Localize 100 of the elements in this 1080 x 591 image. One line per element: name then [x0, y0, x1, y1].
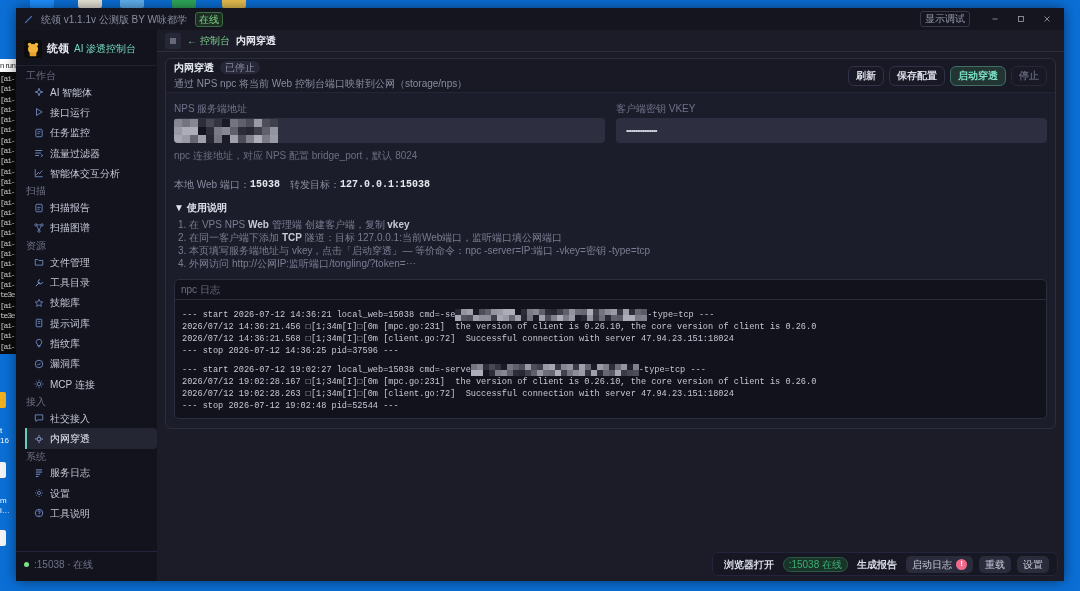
port-value: 15038	[249, 178, 280, 192]
desktop-icon[interactable]	[0, 392, 6, 408]
sidebar-item[interactable]: 接口运行	[16, 102, 157, 123]
chat-icon	[34, 413, 44, 424]
terminal-line: [ai-	[0, 238, 16, 250]
terminal-line: [ai-	[0, 176, 16, 188]
terminal-line: [ai-	[0, 321, 16, 332]
folder-icon	[34, 257, 44, 268]
log-line: --- start 2026-07-12 19:02:27 local_web=15038 cmd=-serve	[182, 364, 471, 376]
sparkle-icon	[34, 87, 44, 98]
minimize-icon	[991, 15, 999, 23]
back-link[interactable]: ← 控制台	[187, 33, 230, 48]
field-label: NPS 服务端地址	[174, 102, 249, 116]
sidebar-item[interactable]: 工具目录	[16, 272, 157, 293]
terminal-line: [ai-	[0, 259, 16, 270]
shield-check-icon	[34, 358, 44, 369]
help-step: 3. 本页填写服务端地址与 vkey，点击「启动穿透」— 等价命令：npc -server=IP:端口 -vkey=密钥 -type=tcp	[178, 244, 1047, 257]
menu-button[interactable]	[165, 32, 181, 49]
section-label: 工作台	[25, 69, 57, 82]
server-status-text: :15038 · 在线	[34, 558, 94, 572]
section-label: 扫描	[25, 184, 47, 198]
terminal-line: [ai-	[0, 74, 16, 85]
status-badge: :15038 在线	[782, 556, 848, 572]
sidebar-item[interactable]: AI 智能体	[16, 82, 157, 103]
panel-title: 内网穿透	[174, 61, 214, 75]
desktop-icon[interactable]	[78, 0, 102, 8]
sidebar-item[interactable]: 扫描报告	[16, 197, 157, 218]
log-line: 2026/07/12 14:36:21.568 □[1;34m[I]□[0m [client.go:72] Successful connection with server 47.94.23.151:18024	[182, 333, 735, 345]
list-icon	[34, 467, 44, 478]
field-label: 客户端密钥 VKEY	[616, 102, 697, 116]
log-line: -type=tcp ---	[638, 364, 706, 376]
input-field[interactable]: •••••••••••••••••	[616, 118, 1047, 143]
terminal-line: [ai-	[0, 135, 16, 147]
terminal-line: [ai-	[0, 249, 16, 260]
terminal-line: [ai-	[0, 146, 16, 157]
action-button[interactable]: 启动日志 !	[906, 555, 973, 573]
sidebar-item[interactable]: 服务日志	[16, 462, 157, 484]
terminal-line: [ai-	[0, 218, 16, 229]
play-icon	[34, 107, 44, 118]
question-icon	[34, 508, 44, 519]
sidebar-item[interactable]: 文件管理	[16, 252, 157, 273]
sidebar-item[interactable]: 指纹库	[16, 333, 157, 354]
filter-list-icon	[34, 148, 44, 159]
desktop-icon[interactable]	[222, 0, 246, 8]
terminal-line: [ai-	[0, 187, 16, 198]
chart-icon	[34, 168, 44, 179]
debug-button[interactable]: 显示调试	[920, 11, 970, 27]
sidebar-item[interactable]: 工具说明	[16, 503, 157, 524]
sidebar-item[interactable]: 漏洞库	[16, 353, 157, 374]
toolbar-button[interactable]: 保存配置	[889, 65, 945, 86]
section-label: 接入	[25, 395, 47, 409]
sidebar-item[interactable]: 流量过滤器	[16, 142, 157, 164]
toolbar-button[interactable]: 刷新	[848, 65, 884, 86]
sidebar-item[interactable]: 智能体交互分析	[16, 163, 157, 184]
maximize-icon	[1017, 15, 1025, 23]
terminal-line: [ai-	[0, 228, 16, 239]
terminal-line: [ai-	[0, 156, 16, 167]
toolbar-button[interactable]: 启动穿透	[950, 65, 1006, 86]
action-button[interactable]: 设置	[1017, 555, 1049, 573]
terminal-line: [ai-	[0, 279, 16, 291]
sidebar-item[interactable]: 社交接入	[16, 408, 157, 429]
log-line: --- start 2026-07-12 14:36:21 local_web=15038 cmd=-se	[182, 309, 456, 321]
desktop-icon[interactable]	[30, 0, 54, 8]
terminal-line: [ai-	[0, 341, 16, 352]
log-line: --- stop 2026-07-12 19:02:48 pid=52544 ---	[182, 400, 400, 412]
sun-icon	[34, 433, 44, 444]
desktop-icon-label: i…	[0, 506, 10, 516]
action-link[interactable]: 生成报告	[854, 556, 900, 572]
action-button[interactable]: 重载	[979, 555, 1011, 573]
log-line: 2026/07/12 19:02:28.167 □[1;34m[I]□[0m [mpc.go:231] the version of client is 0.26.10, the core version of client is 0.26.0	[182, 376, 818, 388]
help-toggle[interactable]: ▼ 使用说明	[174, 200, 227, 215]
terminal-line: [ai-	[0, 197, 16, 208]
desktop-icon[interactable]	[120, 0, 144, 8]
desktop-icon-label: m	[0, 496, 7, 506]
terminal-line: [ai-	[0, 84, 16, 95]
terminal-line: te3e	[0, 290, 16, 301]
terminal-line: [ai-	[0, 331, 16, 342]
sidebar-item[interactable]: MCP 连接	[16, 373, 157, 395]
log-line: --- stop 2026-07-12 14:36:25 pid=37596 ---	[182, 345, 400, 357]
sun-icon	[34, 379, 44, 389]
log-line: -type=tcp ---	[647, 309, 715, 321]
input-field[interactable]	[174, 118, 605, 143]
desktop-icon[interactable]	[0, 530, 6, 546]
log-line: 2026/07/12 19:02:28.263 □[1;34m[I]□[0m [client.go:72] Successful connection with server 47.94.23.151:18024	[182, 388, 735, 400]
terminal-line: [ai-	[0, 115, 16, 126]
sidebar-item[interactable]: 扫描图谱	[16, 217, 157, 239]
terminal-line: [ai-	[0, 94, 16, 105]
action-link[interactable]: 浏览器打开	[720, 556, 777, 572]
sidebar-item[interactable]: 提示词库	[16, 312, 157, 334]
log-title: npc 日志	[175, 280, 1046, 300]
desktop-icon[interactable]	[172, 0, 196, 8]
sidebar-item[interactable]: 设置	[16, 483, 157, 504]
sidebar-item[interactable]: 技能库	[16, 292, 157, 313]
sidebar-item[interactable]: 任务监控	[16, 122, 157, 143]
status-badge: 已停止	[220, 61, 260, 74]
sidebar-item[interactable]: 内网穿透	[25, 428, 157, 449]
section-label: 资源	[25, 239, 47, 253]
target-label: 转发目标：	[289, 178, 340, 192]
help-step: 1. 在 VPS NPS Web 管理端 创建客户端，复制 vkey	[178, 218, 1047, 231]
desktop-icon[interactable]	[0, 462, 6, 478]
